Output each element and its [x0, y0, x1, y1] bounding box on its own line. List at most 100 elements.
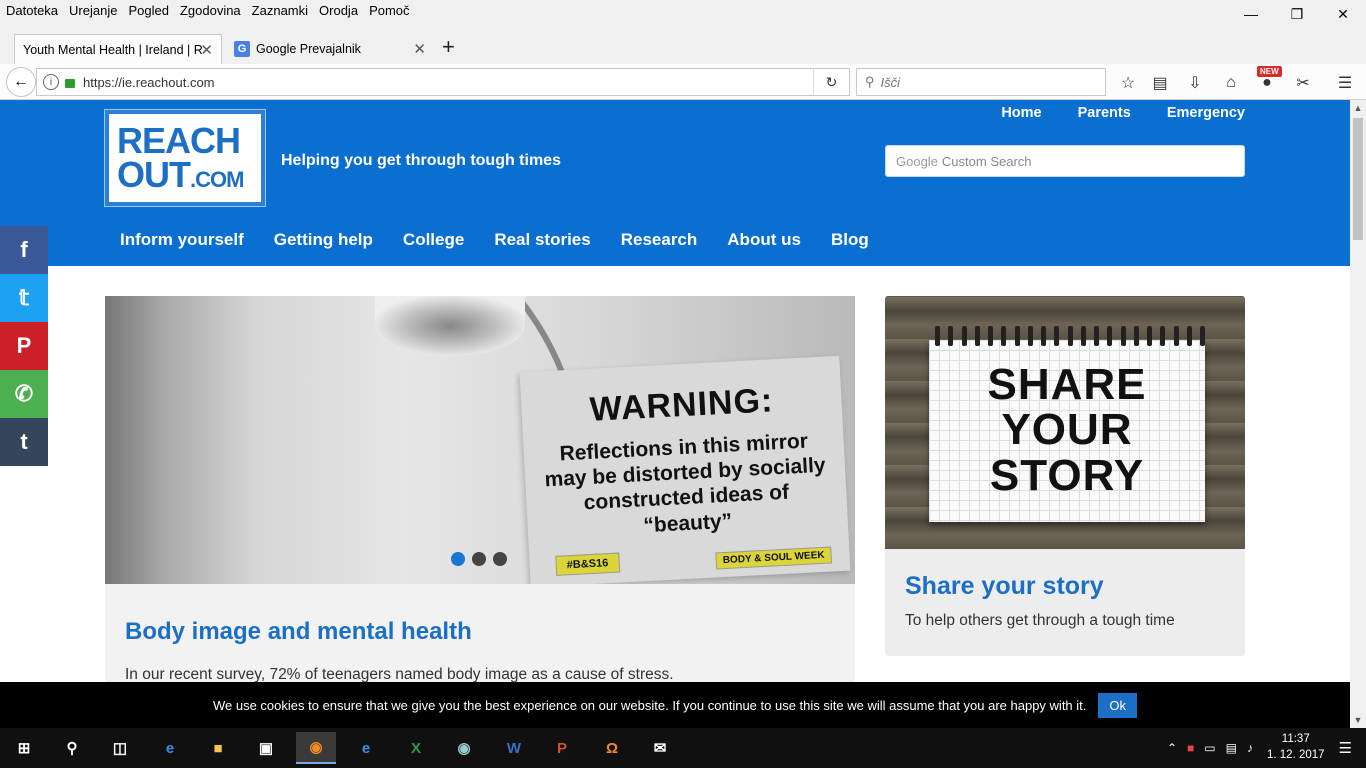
store-icon[interactable]: ▣: [246, 732, 286, 764]
app-icon[interactable]: Ω: [592, 732, 632, 764]
thunderbird-icon[interactable]: ◉: [444, 732, 484, 764]
file-explorer-icon[interactable]: ■: [198, 732, 238, 764]
nav-research[interactable]: Research: [606, 230, 713, 250]
excel-icon[interactable]: X: [396, 732, 436, 764]
slider-dot-1[interactable]: [451, 552, 465, 566]
pinterest-icon[interactable]: P: [0, 322, 48, 370]
start-icon[interactable]: ⊞: [4, 732, 44, 764]
close-tab-icon[interactable]: ✕: [200, 41, 213, 59]
new-tab-icon[interactable]: +: [442, 34, 455, 60]
lock-icon: [65, 79, 75, 88]
powerpoint-icon[interactable]: P: [542, 732, 582, 764]
hamburger-menu-icon[interactable]: ☰: [1334, 72, 1356, 94]
menu-edit[interactable]: Urejanje: [69, 3, 117, 18]
tray-app-icon[interactable]: ■: [1187, 741, 1194, 755]
whatsapp-icon[interactable]: ✆: [0, 370, 48, 418]
share-story-card[interactable]: SHARE YOUR STORY Share your story To hel…: [885, 296, 1245, 656]
network-icon[interactable]: ▤: [1226, 741, 1237, 755]
tray-chevron-icon[interactable]: ⌃: [1167, 741, 1177, 755]
tab-google-translate[interactable]: G Google Prevajalnik ✕: [226, 34, 434, 64]
screenshot-icon[interactable]: ✂: [1292, 72, 1314, 94]
clock[interactable]: 11:37 1. 12. 2017: [1267, 732, 1325, 763]
link-home[interactable]: Home: [1001, 105, 1041, 121]
clock-date: 1. 12. 2017: [1266, 749, 1325, 761]
cookie-text: We use cookies to ensure that we give yo…: [212, 697, 1087, 713]
close-window-icon[interactable]: ✕: [1320, 0, 1366, 28]
logo-word: OUT: [117, 154, 191, 195]
nav-about-us[interactable]: About us: [712, 230, 816, 250]
facebook-icon[interactable]: f: [0, 226, 48, 274]
menu-view[interactable]: Pogled: [128, 3, 168, 18]
page-scrollbar[interactable]: ▲ ▼: [1350, 100, 1366, 728]
menu-file[interactable]: Datoteka: [6, 3, 58, 18]
reachout-logo[interactable]: REACH OUT.COM: [104, 109, 266, 207]
volume-icon[interactable]: ♪: [1247, 741, 1253, 755]
feature-title[interactable]: Body image and mental health: [125, 618, 472, 646]
tab-bar: Youth Mental Health | Ireland | R ✕ G Go…: [0, 28, 1366, 64]
url-text[interactable]: https://ie.reachout.com: [83, 75, 215, 90]
tumblr-icon[interactable]: t: [0, 418, 48, 466]
menu-help[interactable]: Pomoč: [369, 3, 409, 18]
new-badge: NEW: [1257, 66, 1282, 77]
nav-real-stories[interactable]: Real stories: [479, 230, 605, 250]
bookmark-star-icon[interactable]: ☆: [1117, 72, 1139, 94]
close-tab-icon[interactable]: ✕: [413, 40, 426, 58]
nav-blog[interactable]: Blog: [816, 230, 884, 250]
social-share-bar: f 𝕥 P ✆ t: [0, 226, 48, 466]
link-parents[interactable]: Parents: [1078, 105, 1131, 121]
nav-inform-yourself[interactable]: Inform yourself: [105, 230, 259, 250]
info-icon[interactable]: i: [43, 74, 59, 90]
back-button[interactable]: ←: [6, 67, 36, 97]
browser-search-input[interactable]: [880, 74, 1081, 90]
reload-icon[interactable]: ↻: [813, 69, 849, 95]
browser-search-box[interactable]: ⚲: [856, 68, 1106, 96]
task-view-icon[interactable]: ◫: [100, 732, 140, 764]
firefox-icon[interactable]: ◉: [296, 732, 336, 764]
windows-taskbar: ⊞ ⚲ ◫ e ■ ▣ ◉ e X ◉ W P Ω ✉ ⌃ ■ ▭ ▤ ♪ 11…: [0, 728, 1366, 768]
scrollbar-thumb[interactable]: [1353, 118, 1363, 240]
hero-slider[interactable]: WARNING: Reflections in this mirror may …: [105, 296, 855, 584]
light-fixture: [375, 296, 525, 356]
nav-getting-help[interactable]: Getting help: [259, 230, 388, 250]
web-page: REACH OUT.COM Helping you get through to…: [0, 100, 1350, 682]
taskbar-search-icon[interactable]: ⚲: [52, 732, 92, 764]
word-icon[interactable]: W: [494, 732, 534, 764]
slider-dots: [451, 552, 507, 566]
scroll-up-icon[interactable]: ▲: [1350, 100, 1366, 116]
mail-icon[interactable]: ✉: [640, 732, 680, 764]
main-nav: Inform yourself Getting help College Rea…: [105, 230, 884, 250]
home-icon[interactable]: ⌂: [1220, 72, 1242, 94]
restore-icon[interactable]: ❐: [1274, 0, 1320, 28]
internet-explorer-icon[interactable]: e: [346, 732, 386, 764]
cookie-ok-button[interactable]: Ok: [1098, 692, 1138, 718]
twitter-icon[interactable]: 𝕥: [0, 274, 48, 322]
warning-sign: WARNING: Reflections in this mirror may …: [519, 355, 851, 584]
minimize-icon[interactable]: —: [1228, 0, 1274, 28]
url-bar[interactable]: i https://ie.reachout.com ↻: [36, 68, 850, 96]
menu-tools[interactable]: Orodja: [319, 3, 358, 18]
site-search-input[interactable]: Google Custom Search: [885, 145, 1245, 177]
slider-dot-3[interactable]: [493, 552, 507, 566]
tab-reachout[interactable]: Youth Mental Health | Ireland | R ✕: [14, 34, 222, 64]
logo-suffix: .COM: [190, 167, 244, 192]
feature-text: In our recent survey, 72% of teenagers n…: [125, 666, 674, 682]
reading-list-icon[interactable]: ▤: [1149, 72, 1171, 94]
tagline: Helping you get through tough times: [281, 152, 561, 169]
battery-icon[interactable]: ▭: [1204, 741, 1215, 755]
notifications-icon[interactable]: ☰: [1339, 739, 1352, 757]
link-emergency[interactable]: Emergency: [1167, 105, 1245, 121]
download-icon[interactable]: ⇩: [1184, 72, 1206, 94]
slider-dot-2[interactable]: [472, 552, 486, 566]
nav-college[interactable]: College: [388, 230, 479, 250]
share-story-title[interactable]: Share your story: [905, 572, 1104, 601]
system-tray: ⌃ ■ ▭ ▤ ♪ 11:37 1. 12. 2017 ☰: [1167, 728, 1366, 768]
scroll-down-icon[interactable]: ▼: [1350, 712, 1366, 728]
menu-bookmarks[interactable]: Zaznamki: [252, 3, 308, 18]
notepad-rings: [935, 326, 1205, 346]
event-label: BODY & SOUL WEEK: [715, 546, 833, 570]
warning-title: WARNING:: [588, 381, 775, 429]
navigation-bar: ← i https://ie.reachout.com ↻ ⚲ ☆ ▤ ⇩ ⌂ …: [0, 64, 1366, 100]
notepad: SHARE YOUR STORY: [929, 340, 1205, 522]
menu-history[interactable]: Zgodovina: [180, 3, 241, 18]
edge-icon[interactable]: e: [150, 732, 190, 764]
